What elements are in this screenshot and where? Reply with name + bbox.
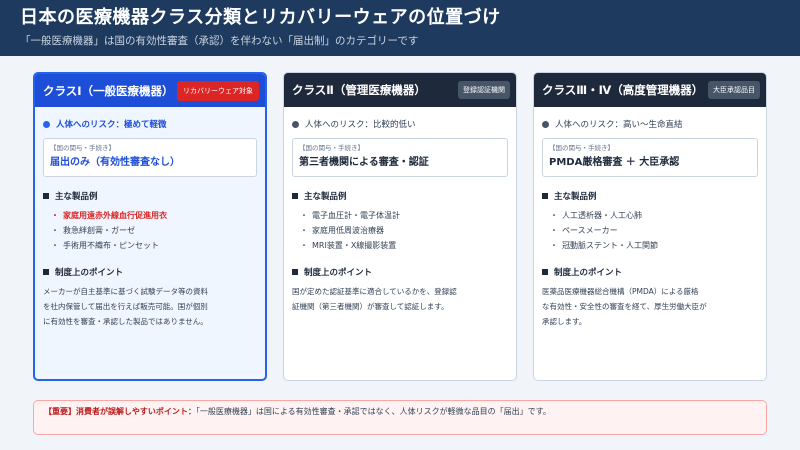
approval-badge: 大臣承認品目 — [708, 81, 760, 99]
example-text: MRI装置・X線撮影装置 — [312, 241, 397, 250]
risk-text: 人体へのリスク：高い～生命直結 — [555, 120, 683, 130]
card-header: クラスⅢ・Ⅳ（高度管理機器） 大臣承認品目 — [534, 73, 766, 107]
procedure-box: 【国の関与・手続き】 届出のみ（有効性審査なし） — [43, 138, 257, 177]
page-subtitle: 「一般医療機器」は国の有効性審査（承認）を伴わない「届出制」のカテゴリーです — [20, 35, 419, 47]
example-text: 冠動脈ステント・人工関節 — [562, 241, 658, 250]
certification-badge: 登録認証機関 — [458, 81, 510, 99]
example-text: ペースメーカー — [562, 226, 618, 235]
card-header: クラスⅡ（管理医療機器） 登録認証機関 — [284, 73, 516, 107]
example-item: ・手術用不織布・ピンセット — [51, 238, 257, 253]
example-item: ・ペースメーカー — [550, 223, 758, 238]
point-title: 制度上のポイント — [554, 268, 623, 278]
examples-list: ・電子血圧計・電子体温計・家庭用低周波治療器・ MRI装置・X線撮影装置 — [292, 208, 508, 253]
example-item: ・救急絆創膏・ガーゼ — [51, 223, 257, 238]
example-text: 手術用不織布・ピンセット — [63, 241, 159, 250]
procedure-value: 第三者機関による審査・認証 — [299, 157, 429, 168]
warning-note: 【重要】消費者が誤解しやすいポイント：「一般医療機器」は国による有効性審査・承認… — [33, 400, 767, 435]
card-header: クラスⅠ（一般医療機器） リカバリーウェア対象 — [35, 74, 265, 107]
example-item: ・人工透析器・人工心肺 — [550, 208, 758, 223]
circle-dot-icon — [292, 120, 299, 128]
square-bullet-icon — [292, 193, 298, 199]
risk-text: 人体へのリスク：極めて軽微 — [56, 120, 167, 130]
card-class-3-4: クラスⅢ・Ⅳ（高度管理機器） 大臣承認品目 人体へのリスク：高い～生命直結 【国… — [533, 72, 767, 381]
point-heading: 制度上のポイント — [292, 266, 508, 278]
bullet-dot-icon: ・ — [51, 226, 59, 235]
example-text: 家庭用遠赤外線血行促進用衣 — [63, 211, 167, 220]
procedure-label: 【国の関与・手続き】 — [549, 144, 614, 152]
circle-dot-icon — [43, 120, 50, 128]
point-title: 制度上のポイント — [55, 268, 124, 278]
description-line: 証機関（第三者機関）が審査して認証します。 — [292, 302, 449, 311]
bullet-dot-icon: ・ — [300, 241, 308, 250]
example-item: ・家庭用低周波治療器 — [300, 223, 508, 238]
description-line: 承認します。 — [542, 317, 587, 326]
target-badge: リカバリーウェア対象 — [177, 80, 259, 101]
procedure-value: PMDA厳格審査 ＋ 大臣承認 — [549, 157, 680, 168]
bullet-dot-icon: ・ — [550, 241, 558, 250]
square-bullet-icon — [292, 269, 298, 275]
example-text: 電子血圧計・電子体温計 — [312, 211, 400, 220]
card-class-1: クラスⅠ（一般医療機器） リカバリーウェア対象 人体へのリスク：極めて軽微 【国… — [33, 72, 267, 381]
example-text: 家庭用低周波治療器 — [312, 226, 384, 235]
example-text: 人工透析器・人工心肺 — [562, 211, 642, 220]
card-title: クラスⅡ（管理医療機器） — [292, 83, 426, 97]
examples-heading: 主な製品例 — [43, 190, 257, 202]
example-item: ・家庭用遠赤外線血行促進用衣 — [51, 208, 257, 223]
examples-list: ・人工透析器・人工心肺・ペースメーカー・冠動脈ステント・人工関節 — [542, 208, 758, 253]
bullet-dot-icon: ・ — [300, 226, 308, 235]
square-bullet-icon — [43, 193, 49, 199]
examples-title: 主な製品例 — [304, 192, 347, 202]
example-text: 救急絆創膏・ガーゼ — [63, 226, 135, 235]
note-strong: 【重要】消費者が誤解しやすいポイント： — [44, 407, 196, 416]
card-title: クラスⅢ・Ⅳ（高度管理機器） — [542, 83, 704, 97]
examples-title: 主な製品例 — [55, 192, 98, 202]
point-description: メーカーが自主基準に基づく試験データ等の資料 を社内保管して届出を行えば販売可能。… — [43, 284, 257, 329]
procedure-label: 【国の関与・手続き】 — [299, 144, 364, 152]
card-class-2: クラスⅡ（管理医療機器） 登録認証機関 人体へのリスク：比較的低い 【国の関与・… — [283, 72, 517, 381]
risk-text: 人体へのリスク：比較的低い — [305, 120, 416, 130]
point-description: 国が定めた認証基準に適合しているかを、登録認 証機関（第三者機関）が審査して認証し… — [292, 284, 508, 314]
bullet-dot-icon: ・ — [550, 211, 558, 220]
procedure-box: 【国の関与・手続き】 第三者機関による審査・認証 — [292, 138, 508, 177]
description-line: に有効性を審査・承認した製品ではありません。 — [43, 317, 208, 326]
procedure-value: 届出のみ（有効性審査なし） — [50, 157, 180, 168]
examples-heading: 主な製品例 — [292, 190, 508, 202]
example-item: ・冠動脈ステント・人工関節 — [550, 238, 758, 253]
risk-level: 人体へのリスク：極めて軽微 — [43, 118, 257, 130]
bullet-dot-icon: ・ — [51, 241, 59, 250]
description-line: な有効性・安全性の審査を経て、厚生労働大臣が — [542, 302, 707, 311]
examples-heading: 主な製品例 — [542, 190, 758, 202]
page-title: 日本の医療機器クラス分類とリカバリーウェアの位置づけ — [20, 7, 501, 28]
examples-list: ・家庭用遠赤外線血行促進用衣・救急絆創膏・ガーゼ・手術用不織布・ピンセット — [43, 208, 257, 253]
point-description: 医薬品医療機器総合機構（PMDA）による厳格 な有効性・安全性の審査を経て、厚生労… — [542, 284, 758, 329]
description-line: 国が定めた認証基準に適合しているかを、登録認 — [292, 287, 457, 296]
point-heading: 制度上のポイント — [43, 266, 257, 278]
square-bullet-icon — [542, 269, 548, 275]
description-line: メーカーが自主基準に基づく試験データ等の資料 — [43, 287, 208, 296]
square-bullet-icon — [43, 269, 49, 275]
procedure-box: 【国の関与・手続き】 PMDA厳格審査 ＋ 大臣承認 — [542, 138, 758, 177]
example-item: ・電子血圧計・電子体温計 — [300, 208, 508, 223]
bullet-dot-icon: ・ — [550, 226, 558, 235]
risk-level: 人体へのリスク：比較的低い — [292, 118, 508, 130]
bullet-dot-icon: ・ — [300, 211, 308, 220]
square-bullet-icon — [542, 193, 548, 199]
procedure-label: 【国の関与・手続き】 — [50, 144, 115, 152]
header: 日本の医療機器クラス分類とリカバリーウェアの位置づけ 「一般医療機器」は国の有効… — [0, 0, 800, 56]
risk-level: 人体へのリスク：高い～生命直結 — [542, 118, 758, 130]
circle-dot-icon — [542, 120, 549, 128]
note-text: 「一般医療機器」は国による有効性審査・承認ではなく、人体リスクが軽微な品目の「届… — [195, 407, 551, 416]
point-heading: 制度上のポイント — [542, 266, 758, 278]
description-line: 医薬品医療機器総合機構（PMDA）による厳格 — [542, 287, 699, 296]
description-line: を社内保管して届出を行えば販売可能。国が個別 — [43, 302, 208, 311]
example-item: ・ MRI装置・X線撮影装置 — [300, 238, 508, 253]
point-title: 制度上のポイント — [304, 268, 373, 278]
card-title: クラスⅠ（一般医療機器） — [43, 83, 174, 98]
examples-title: 主な製品例 — [554, 192, 597, 202]
bullet-dot-icon: ・ — [51, 211, 59, 220]
